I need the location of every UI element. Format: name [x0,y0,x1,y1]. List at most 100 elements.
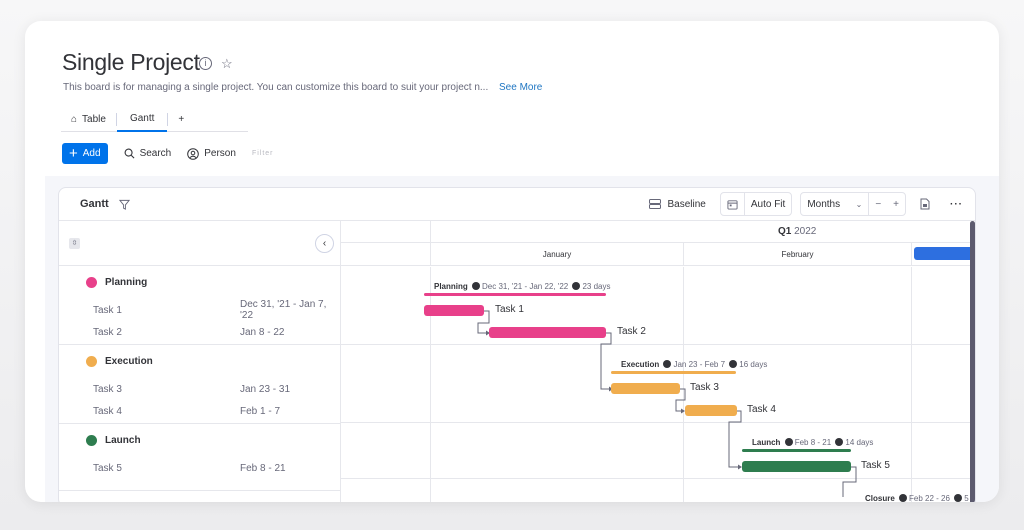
grid-line [341,422,975,423]
baseline-icon [649,199,662,209]
group-launch: Launch Task 5 Feb 8 - 21 [59,424,340,491]
person-label: Person [204,148,236,159]
gantt-title: Gantt [80,198,109,210]
task-list-pane: ⇳ ‹ Planning Task 1 Dec 31, '21 - Jan 7,… [59,221,341,502]
collapse-pane-button[interactable]: ‹ [315,234,334,253]
tab-table[interactable]: ⌂ Table [61,107,116,131]
task-dates: Feb 1 - 7 [240,405,281,417]
task-bar-label: Task 4 [747,404,776,415]
grid-line [683,267,684,502]
bullet-icon [784,438,793,446]
group-name: Launch [105,435,141,446]
task-name: Task 3 [93,383,122,395]
task-bar[interactable] [489,327,606,338]
add-button[interactable]: + Add [62,143,108,164]
more-options-button[interactable]: ··· [944,192,969,216]
bullet-icon [954,494,963,502]
task-row[interactable]: Task 5 Feb 8 - 21 [59,457,340,479]
group-summary-bar[interactable] [424,293,606,296]
view-tabs: ⌂ Table Gantt + [61,107,248,132]
grid-line [430,267,431,502]
add-view-button[interactable]: + [168,107,194,131]
group-summary-bar[interactable] [742,449,851,452]
task-bar-label: Task 3 [690,382,719,393]
task-row[interactable]: Task 2 Jan 8 - 22 [59,321,340,343]
tab-gantt[interactable]: Gantt [116,107,168,132]
group-header[interactable]: Closure [59,491,340,502]
task-dates: Jan 23 - 31 [240,383,291,395]
calendar-button[interactable] [721,193,744,215]
group-color-dot [86,277,97,288]
export-button[interactable] [914,192,936,216]
info-icon[interactable]: i [199,57,212,70]
task-bar[interactable] [742,461,851,472]
task-bar-label: Task 1 [495,304,524,315]
tab-gantt-label: Gantt [129,112,155,124]
group-name: Planning [105,277,148,288]
task-row[interactable]: Task 4 Feb 1 - 7 [59,400,340,422]
gantt-chart-pane: Q1 2022 January February Planning Dec 31… [341,221,975,502]
tab-table-label: Table [82,113,106,125]
zoom-controls: − + [868,193,905,215]
task-bar[interactable] [611,383,680,394]
scale-dropdown[interactable]: Months ⌄ [801,193,868,215]
document-icon [920,198,930,210]
group-header[interactable]: Launch [59,424,340,457]
quarter-label: Q1 2022 [778,226,816,237]
filter-icon[interactable] [118,199,130,210]
quarter-name: Q1 [778,226,792,237]
task-row[interactable]: Task 3 Jan 23 - 31 [59,378,340,400]
search-button[interactable]: Search [124,148,171,159]
group-header[interactable]: Planning [59,266,340,299]
home-icon: ⌂ [71,113,78,125]
description-text: This board is for managing a single proj… [63,82,489,93]
see-more-link[interactable]: See More [499,82,542,93]
summary-group-name: Planning [434,282,468,291]
summary-dates: Dec 31, '21 - Jan 22, '22 [482,282,569,291]
collapse-all-icon[interactable]: ⇳ [69,238,80,249]
dependency-link [728,410,742,468]
group-closure: Closure [59,491,340,502]
add-label: Add [82,148,101,159]
bullet-icon [729,360,738,368]
quarter-year: 2022 [794,226,817,237]
auto-fit-button[interactable]: Auto Fit [743,193,791,215]
summary-dates: Jan 23 - Feb 7 [673,360,726,369]
horizontal-scrollbar[interactable] [970,221,975,502]
task-row[interactable]: Task 1 Dec 31, '21 - Jan 7, '22 [59,299,340,321]
group-header[interactable]: Execution [59,345,340,378]
board-toolbar: + Add Search Person Filter [62,143,274,164]
bullet-icon [472,282,481,290]
today-marker[interactable] [914,247,974,260]
group-summary-label: Closure Feb 22 - 26 5 days [865,494,975,502]
board-description: This board is for managing a single proj… [63,82,542,93]
zoom-out-button[interactable]: − [875,199,881,210]
bullet-icon [572,282,581,290]
group-color-dot [86,435,97,446]
group-summary-label: Launch Feb 8 - 21 14 days [752,438,873,447]
filter-label: Filter [251,150,274,157]
search-icon [124,148,135,159]
gantt-widget: Gantt Baseline Auto Fit Months ⌄ − + ···… [58,187,976,502]
chevron-down-icon: ⌄ [855,199,863,209]
grid-line [341,344,975,345]
summary-dates: Feb 8 - 21 [794,438,832,447]
task-bar-label: Task 5 [861,460,890,471]
bullet-icon [663,360,672,368]
baseline-label: Baseline [667,198,706,210]
grid-line [430,221,431,243]
baseline-button[interactable]: Baseline [643,192,711,216]
star-icon[interactable]: ☆ [221,57,233,71]
bullet-icon [835,438,844,446]
group-summary-label: Planning Dec 31, '21 - Jan 22, '22 23 da… [434,282,611,291]
filter-button[interactable]: Filter [252,150,274,157]
group-summary-bar[interactable] [611,371,736,374]
month-header: January February [341,243,975,266]
person-filter-button[interactable]: Person [187,147,236,160]
task-bar[interactable] [424,305,484,316]
dependency-link [600,332,612,390]
board-card: Single Project i ☆ This board is for man… [25,21,999,502]
task-bar[interactable] [685,405,737,416]
zoom-in-button[interactable]: + [893,199,899,210]
calendar-icon [727,199,738,210]
